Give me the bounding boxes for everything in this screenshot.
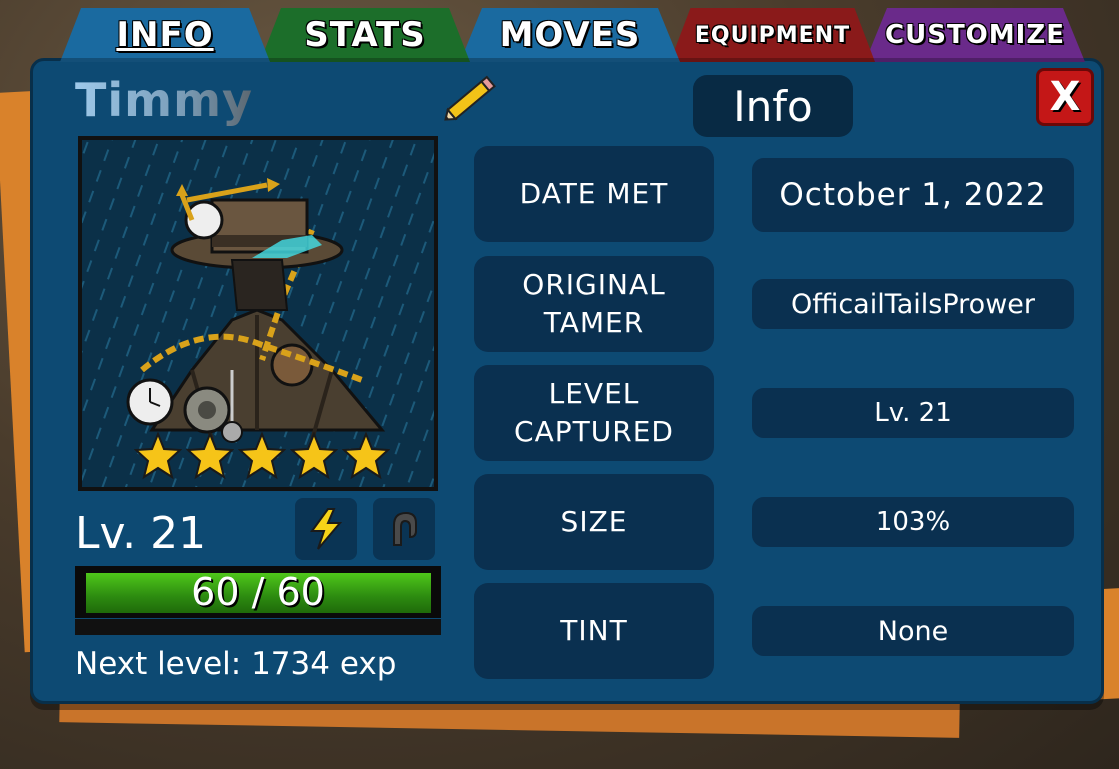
creature-name: Timmy <box>75 73 253 127</box>
label-text: LEVEL CAPTURED <box>514 377 674 448</box>
exp-bar <box>75 619 441 635</box>
tab-info-label: INFO <box>116 15 214 55</box>
tab-bar: INFO STATS MOVES EQUIPMENT CUSTOMIZE <box>60 8 1100 62</box>
tab-equipment-label: EQUIPMENT <box>694 22 851 48</box>
tab-equipment[interactable]: EQUIPMENT <box>670 8 875 62</box>
star-icon <box>290 432 338 480</box>
close-icon: X <box>1049 74 1081 120</box>
value-level-captured: Lv. 21 <box>752 388 1074 438</box>
tab-moves[interactable]: MOVES <box>460 8 680 62</box>
label-text: SIZE <box>560 505 628 538</box>
value-text: Lv. 21 <box>874 398 952 428</box>
value-tint: None <box>752 606 1074 656</box>
star-icon <box>238 432 286 480</box>
creature-level: Lv. 21 <box>75 508 207 559</box>
label-level-captured: LEVEL CAPTURED <box>474 365 714 461</box>
tab-moves-label: MOVES <box>499 15 641 55</box>
page-title: Info <box>693 75 853 137</box>
value-size: 103% <box>752 497 1074 547</box>
type-sound-badge[interactable] <box>373 498 435 560</box>
value-date-met: October 1, 2022 <box>752 158 1074 232</box>
label-text: DATE MET <box>519 177 669 210</box>
rarity-stars <box>134 432 390 480</box>
tab-customize[interactable]: CUSTOMIZE <box>865 8 1085 62</box>
value-original-tamer: OfficailTailsPrower <box>752 279 1074 329</box>
value-text: OfficailTailsPrower <box>790 288 1035 320</box>
tab-info[interactable]: INFO <box>60 8 270 62</box>
tab-customize-label: CUSTOMIZE <box>885 20 1065 50</box>
tab-stats-label: STATS <box>304 15 426 55</box>
close-button[interactable]: X <box>1036 68 1094 126</box>
info-panel: Timmy Info X Lv. 21 60 / 60 Next level: … <box>30 58 1104 704</box>
label-tint: TINT <box>474 583 714 679</box>
label-original-tamer: ORIGINAL TAMER <box>474 256 714 352</box>
label-date-met: DATE MET <box>474 146 714 242</box>
lightning-icon <box>310 508 343 550</box>
star-icon <box>186 432 234 480</box>
pencil-icon[interactable] <box>438 69 502 129</box>
value-text: October 1, 2022 <box>779 177 1047 213</box>
label-text: ORIGINAL TAMER <box>522 268 666 339</box>
sound-icon <box>393 511 417 546</box>
type-electric-badge[interactable] <box>295 498 357 560</box>
label-size: SIZE <box>474 474 714 570</box>
value-text: None <box>877 615 949 647</box>
star-icon <box>342 432 390 480</box>
hp-text: 60 / 60 <box>191 570 325 614</box>
star-icon <box>134 432 182 480</box>
next-level-text: Next level: 1734 exp <box>75 646 397 682</box>
tab-stats[interactable]: STATS <box>260 8 470 62</box>
creature-portrait <box>78 136 438 491</box>
label-text: TINT <box>560 614 628 647</box>
hp-bar: 60 / 60 <box>75 566 441 618</box>
value-text: 103% <box>875 507 951 537</box>
